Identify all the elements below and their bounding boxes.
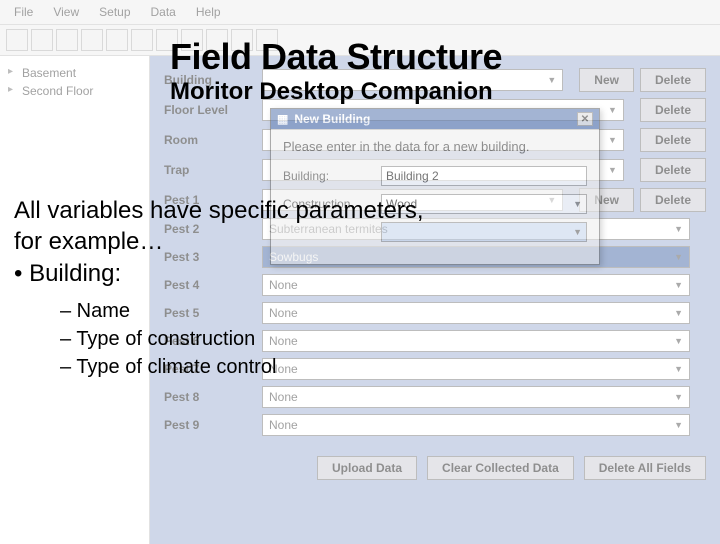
form-label-pest-9: Pest 9 [164, 418, 254, 432]
form-value: None [269, 278, 298, 292]
chevron-down-icon: ▼ [674, 336, 683, 346]
chevron-down-icon: ▼ [573, 199, 582, 209]
delete-button[interactable]: Delete [640, 188, 706, 212]
new-building-dialog: ▦ New Building ✕ Please enter in the dat… [270, 108, 600, 265]
chevron-down-icon: ▼ [674, 308, 683, 318]
toolbar-button[interactable] [156, 29, 178, 51]
bottom-buttons: Upload Data Clear Collected Data Delete … [164, 456, 706, 480]
form-input-pest-8[interactable]: None ▼ [262, 386, 690, 408]
form-label-pest-2: Pest 2 [164, 222, 254, 236]
tree-item-second-floor[interactable]: Second Floor [4, 82, 145, 100]
chevron-down-icon: ▼ [547, 75, 556, 85]
dialog-field-input[interactable]: Wood ▼ [381, 194, 587, 214]
form-label-trap: Trap [164, 163, 254, 177]
dialog-field-input[interactable]: Building 2 [381, 166, 587, 186]
form-input-pest-5[interactable]: None ▼ [262, 302, 690, 324]
form-value: None [269, 306, 298, 320]
delete-button[interactable]: Delete [640, 98, 706, 122]
chevron-down-icon: ▼ [674, 252, 683, 262]
toolbar-button[interactable] [6, 29, 28, 51]
form-row: Pest 8 None ▼ [164, 386, 706, 408]
delete-button[interactable]: Delete [640, 128, 706, 152]
chevron-down-icon: ▼ [608, 135, 617, 145]
chevron-down-icon: ▼ [674, 392, 683, 402]
chevron-down-icon: ▼ [573, 227, 582, 237]
toolbar-button[interactable] [131, 29, 153, 51]
tree-panel: Basement Second Floor [0, 56, 150, 544]
dialog-field-value: Wood [386, 197, 417, 211]
chevron-down-icon: ▼ [674, 420, 683, 430]
form-label-building: Building [164, 73, 254, 87]
toolbar [0, 25, 720, 56]
new-button[interactable]: New [579, 68, 634, 92]
delete-all-fields-button[interactable]: Delete All Fields [584, 456, 706, 480]
form-label-floor-level: Floor Level [164, 103, 254, 117]
form-value: None [269, 390, 298, 404]
form-row: Pest 9 None ▼ [164, 414, 706, 436]
upload-data-button[interactable]: Upload Data [317, 456, 417, 480]
toolbar-button[interactable] [206, 29, 228, 51]
dialog-titlebar: ▦ New Building ✕ [271, 109, 599, 129]
form-value: None [269, 334, 298, 348]
form-label-pest-1: Pest 1 [164, 193, 254, 207]
dialog-row: ▼ [283, 222, 587, 242]
toolbar-button[interactable] [181, 29, 203, 51]
app-window: File View Setup Data Help Basement Secon… [0, 0, 720, 540]
form-input-pest-6[interactable]: None ▼ [262, 330, 690, 352]
clear-collected-button[interactable]: Clear Collected Data [427, 456, 574, 480]
close-icon[interactable]: ✕ [577, 112, 593, 126]
form-row: Building ▼ NewDelete [164, 68, 706, 92]
form-label-pest-5: Pest 5 [164, 306, 254, 320]
dialog-field-input[interactable]: ▼ [381, 222, 587, 242]
toolbar-button[interactable] [31, 29, 53, 51]
form-label-pest-7: Pest 7 [164, 362, 254, 376]
form-label-pest-4: Pest 4 [164, 278, 254, 292]
chevron-down-icon: ▼ [674, 364, 683, 374]
menu-view[interactable]: View [45, 3, 87, 21]
toolbar-button[interactable] [256, 29, 278, 51]
chevron-down-icon: ▼ [674, 280, 683, 290]
toolbar-button[interactable] [56, 29, 78, 51]
dialog-field-label: Construction [283, 197, 373, 211]
dialog-row: Building: Building 2 [283, 166, 587, 186]
menu-bar: File View Setup Data Help [0, 0, 720, 25]
form-row: Pest 7 None ▼ [164, 358, 706, 380]
dialog-row: Construction Wood ▼ [283, 194, 587, 214]
menu-setup[interactable]: Setup [91, 3, 138, 21]
toolbar-button[interactable] [231, 29, 253, 51]
tree-item-basement[interactable]: Basement [4, 64, 145, 82]
form-input-pest-4[interactable]: None ▼ [262, 274, 690, 296]
form-row: Pest 5 None ▼ [164, 302, 706, 324]
dialog-field-label: Building: [283, 169, 373, 183]
delete-button[interactable]: Delete [640, 68, 706, 92]
form-value: None [269, 362, 298, 376]
dialog-title-text: New Building [294, 112, 370, 126]
building-icon: ▦ [277, 112, 288, 126]
form-row: Pest 6 None ▼ [164, 330, 706, 352]
chevron-down-icon: ▼ [608, 105, 617, 115]
form-label-pest-8: Pest 8 [164, 390, 254, 404]
form-value: None [269, 418, 298, 432]
form-label-room: Room [164, 133, 254, 147]
chevron-down-icon: ▼ [674, 224, 683, 234]
dialog-field-value: Building 2 [386, 169, 439, 183]
form-label-pest-3: Pest 3 [164, 250, 254, 264]
dialog-prompt: Please enter in the data for a new build… [283, 139, 587, 154]
toolbar-button[interactable] [81, 29, 103, 51]
form-input-pest-9[interactable]: None ▼ [262, 414, 690, 436]
form-input-pest-7[interactable]: None ▼ [262, 358, 690, 380]
menu-file[interactable]: File [6, 3, 41, 21]
menu-help[interactable]: Help [188, 3, 229, 21]
form-row: Pest 4 None ▼ [164, 274, 706, 296]
menu-data[interactable]: Data [143, 3, 184, 21]
chevron-down-icon: ▼ [608, 165, 617, 175]
form-input-building[interactable]: ▼ [262, 69, 563, 91]
form-label-pest-6: Pest 6 [164, 334, 254, 348]
delete-button[interactable]: Delete [640, 158, 706, 182]
toolbar-button[interactable] [106, 29, 128, 51]
